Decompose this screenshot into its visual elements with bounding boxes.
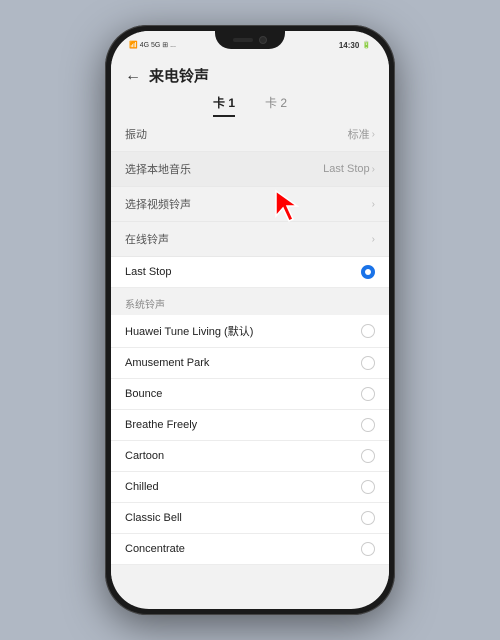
ringtone-label-r6: Chilled	[125, 481, 159, 493]
ringtone-label-r4: Breathe Freely	[125, 419, 197, 431]
tab-card2[interactable]: 卡 2	[265, 94, 287, 117]
ringtone-radio-r2[interactable]	[361, 356, 375, 370]
ringtone-item-r7[interactable]: Classic Bell	[111, 503, 389, 534]
system-ringtones-header: 系统铃声	[111, 288, 389, 315]
ringtone-radio-r5[interactable]	[361, 449, 375, 463]
ringtone-radio-r7[interactable]	[361, 511, 375, 525]
ringtone-label-r8: Concentrate	[125, 543, 185, 555]
vibrate-value: 标准 ›	[348, 126, 375, 142]
content-area: 振动 标准 › 选择本地音乐 Last Stop ›	[111, 117, 389, 605]
ringtone-radio-r1[interactable]	[361, 324, 375, 338]
video-ringtone-chevron: ›	[372, 199, 375, 210]
tab-card1[interactable]: 卡 1	[213, 94, 235, 117]
phone-screen: 📶 4G 5G ⊞ ... 14:30 🔋 ← 来电铃声 卡 1 卡 2	[111, 31, 389, 609]
page-title: 来电铃声	[149, 65, 209, 86]
ringtone-item-r2[interactable]: Amusement Park	[111, 348, 389, 379]
video-ringtone-value: ›	[372, 199, 375, 210]
video-ringtone-label: 选择视频铃声	[125, 196, 191, 212]
vibrate-label: 振动	[125, 126, 147, 142]
ringtone-label-r7: Classic Bell	[125, 512, 182, 524]
ringtone-item-r1[interactable]: Huawei Tune Living (默认)	[111, 315, 389, 348]
time-display: 14:30	[339, 41, 359, 50]
ringtone-radio-r3[interactable]	[361, 387, 375, 401]
ringtone-radio-r4[interactable]	[361, 418, 375, 432]
signal-icon: 📶	[129, 41, 138, 49]
vibrate-row[interactable]: 振动 标准 ›	[111, 117, 389, 152]
status-right: 14:30 🔋	[339, 41, 371, 50]
ringtone-item-r8[interactable]: Concentrate	[111, 534, 389, 565]
ringtone-item-r6[interactable]: Chilled	[111, 472, 389, 503]
local-music-label: 选择本地音乐	[125, 161, 191, 177]
page-header: ← 来电铃声	[111, 59, 389, 86]
phone-frame: 📶 4G 5G ⊞ ... 14:30 🔋 ← 来电铃声 卡 1 卡 2	[105, 25, 395, 615]
notch	[215, 31, 285, 49]
ringtone-label-r3: Bounce	[125, 388, 162, 400]
online-ringtone-label: 在线铃声	[125, 231, 169, 247]
ringtone-item-r4[interactable]: Breathe Freely	[111, 410, 389, 441]
local-music-row[interactable]: 选择本地音乐 Last Stop ›	[111, 152, 389, 187]
last-stop-row[interactable]: Last Stop	[111, 257, 389, 288]
ringtone-label-r5: Cartoon	[125, 450, 164, 462]
back-button[interactable]: ←	[125, 67, 141, 85]
online-ringtone-row[interactable]: 在线铃声 ›	[111, 222, 389, 257]
ringtone-radio-r8[interactable]	[361, 542, 375, 556]
ringtone-item-r5[interactable]: Cartoon	[111, 441, 389, 472]
chevron-icon: ›	[372, 129, 375, 140]
last-stop-label: Last Stop	[125, 266, 171, 278]
ringtone-item-r3[interactable]: Bounce	[111, 379, 389, 410]
video-ringtone-row[interactable]: 选择视频铃声 ›	[111, 187, 389, 222]
ringtone-label-r2: Amusement Park	[125, 357, 209, 369]
battery-icon: 🔋	[362, 41, 371, 49]
notch-sensor	[233, 38, 253, 42]
status-left: 📶 4G 5G ⊞ ...	[129, 41, 176, 49]
ringtone-label-r1: Huawei Tune Living (默认)	[125, 323, 253, 339]
notch-camera	[259, 36, 267, 44]
local-music-value: Last Stop ›	[323, 163, 375, 175]
online-ringtone-chevron: ›	[372, 234, 375, 245]
last-stop-radio[interactable]	[361, 265, 375, 279]
online-ringtone-value: ›	[372, 234, 375, 245]
local-music-chevron: ›	[372, 164, 375, 175]
card-tabs: 卡 1 卡 2	[111, 86, 389, 117]
ringtone-radio-r6[interactable]	[361, 480, 375, 494]
network-text: 4G 5G ⊞ ...	[140, 41, 176, 49]
